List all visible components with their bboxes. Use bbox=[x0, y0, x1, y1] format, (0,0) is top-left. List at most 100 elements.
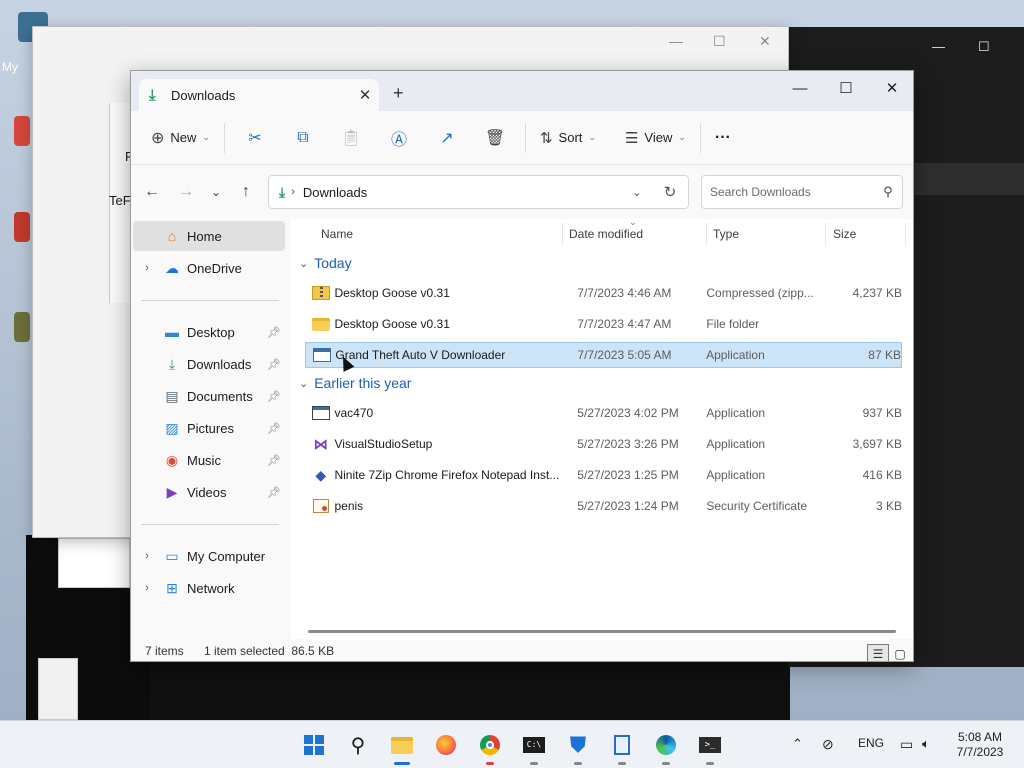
new-button[interactable]: ⊕ New ⌄ bbox=[143, 121, 218, 155]
terminal-2-taskbar-button[interactable]: >_ bbox=[692, 729, 728, 765]
paste-button[interactable]: 📋︎ bbox=[327, 121, 375, 155]
shield-icon: ⛊ bbox=[569, 732, 587, 757]
search-input[interactable]: Search Downloads bbox=[710, 185, 874, 199]
column-header-name[interactable]: Name bbox=[321, 227, 353, 241]
expand-chevron-icon[interactable]: › bbox=[133, 262, 161, 274]
column-divider[interactable] bbox=[825, 223, 826, 245]
start-button[interactable] bbox=[296, 729, 332, 761]
edge-taskbar-button[interactable] bbox=[648, 729, 684, 765]
maximize-button[interactable]: ☐ bbox=[823, 75, 869, 103]
minimize-icon[interactable]: — bbox=[669, 33, 683, 49]
close-button[interactable]: ✕ bbox=[869, 75, 913, 103]
cloud-icon: ☁ bbox=[165, 259, 179, 276]
view-button[interactable]: ☰ View ⌄ bbox=[617, 121, 694, 155]
copy-icon: ⧉ bbox=[297, 128, 309, 146]
column-header-type[interactable]: Type bbox=[713, 227, 739, 241]
display-icon[interactable]: ▭ bbox=[900, 736, 913, 753]
sidebar-item-videos[interactable]: ▶ Videos 📌︎ bbox=[133, 477, 285, 507]
maximize-icon[interactable]: ☐ bbox=[978, 39, 990, 55]
show-hidden-icons-icon[interactable]: ⌃ bbox=[792, 736, 803, 752]
minimize-icon[interactable]: — bbox=[932, 39, 945, 54]
application-icon bbox=[309, 405, 332, 421]
toolbar-divider bbox=[610, 123, 611, 153]
terminal-taskbar-button[interactable]: C:\ bbox=[516, 729, 552, 765]
sidebar-item-desktop[interactable]: ▬ Desktop 📌︎ bbox=[133, 317, 285, 347]
sidebar-item-documents[interactable]: ▤ Documents 📌︎ bbox=[133, 381, 285, 411]
no-network-icon[interactable]: ⊘ bbox=[822, 736, 834, 753]
sidebar-item-home[interactable]: ⌂ Home bbox=[133, 221, 285, 251]
up-button[interactable]: ↑ bbox=[231, 179, 261, 205]
file-size: 4,237 KB bbox=[852, 286, 902, 300]
chrome-taskbar-button[interactable] bbox=[472, 729, 508, 765]
file-explorer-taskbar-button[interactable] bbox=[384, 729, 420, 765]
search-button[interactable]: ⚲ bbox=[340, 729, 376, 761]
refresh-icon[interactable]: ↻ bbox=[652, 183, 688, 201]
new-tab-button[interactable]: + bbox=[393, 83, 404, 104]
firefox-taskbar-button[interactable] bbox=[428, 729, 464, 761]
details-view-button[interactable]: ☰ bbox=[867, 644, 889, 661]
maximize-icon[interactable]: ☐ bbox=[713, 33, 726, 50]
copy-button[interactable]: ⧉ bbox=[279, 121, 327, 155]
volume-icon[interactable]: 🔈︎ bbox=[922, 736, 930, 752]
file-name: penis bbox=[334, 499, 364, 513]
address-bar[interactable]: ⤓ › Downloads ⌄ ↻ bbox=[268, 175, 689, 209]
pin-icon[interactable]: 📌︎ bbox=[263, 358, 285, 371]
breadcrumb-chevron-icon[interactable]: › bbox=[291, 186, 295, 198]
column-header-date[interactable]: Date modified bbox=[569, 227, 643, 241]
search-box[interactable]: Search Downloads ⚲ bbox=[701, 175, 903, 209]
sidebar-item-my-computer[interactable]: › ▭ My Computer bbox=[133, 541, 285, 571]
column-divider[interactable] bbox=[706, 223, 707, 245]
sidebar-item-downloads[interactable]: ⤓ Downloads 📌︎ bbox=[133, 349, 285, 379]
folder-icon bbox=[309, 316, 332, 332]
file-type: Security Certificate bbox=[706, 499, 808, 513]
sidebar-item-music[interactable]: ◉ Music 📌︎ bbox=[133, 445, 285, 475]
file-row-selected[interactable]: Grand Theft Auto V Downloader 7/7/2023 5… bbox=[305, 342, 902, 368]
close-tab-icon[interactable]: ✕ bbox=[351, 86, 379, 104]
recent-locations-button[interactable]: ⌄ bbox=[201, 179, 231, 205]
language-indicator[interactable]: ENG bbox=[858, 736, 884, 750]
tiles-view-button[interactable]: ▢ bbox=[889, 644, 911, 661]
desktop-icon[interactable] bbox=[14, 212, 30, 242]
file-row[interactable]: penis 5/27/2023 1:24 PM Security Certifi… bbox=[305, 493, 902, 519]
clock[interactable]: 5:08 AM 7/7/2023 bbox=[940, 730, 1020, 760]
address-dropdown-icon[interactable]: ⌄ bbox=[622, 186, 652, 199]
horizontal-scrollbar[interactable] bbox=[308, 630, 896, 633]
sort-button[interactable]: ⇅ Sort ⌄ bbox=[532, 121, 604, 155]
desktop-icon[interactable] bbox=[14, 312, 30, 342]
column-header-size[interactable]: Size bbox=[833, 227, 856, 241]
file-row[interactable]: Desktop Goose v0.31 7/7/2023 4:47 AM Fil… bbox=[305, 311, 902, 337]
share-button[interactable]: ↗ bbox=[423, 121, 471, 155]
file-row[interactable]: vac470 5/27/2023 4:02 PM Application 937… bbox=[305, 400, 902, 426]
pin-icon[interactable]: 📌︎ bbox=[263, 422, 285, 435]
breadcrumb-downloads[interactable]: Downloads bbox=[303, 185, 622, 200]
delete-button[interactable]: 🗑︎ bbox=[471, 121, 519, 155]
group-header-earlier[interactable]: ⌄ Earlier this year bbox=[299, 375, 411, 391]
sidebar-item-pictures[interactable]: ▨ Pictures 📌︎ bbox=[133, 413, 285, 443]
cut-button[interactable]: ✂ bbox=[231, 121, 279, 155]
more-options-button[interactable]: ··· bbox=[707, 121, 739, 155]
pin-icon[interactable]: 📌︎ bbox=[263, 486, 285, 499]
close-icon[interactable]: ✕ bbox=[759, 33, 771, 50]
sidebar-item-network[interactable]: › ⊞ Network bbox=[133, 573, 285, 603]
minimize-button[interactable]: — bbox=[777, 75, 823, 103]
tab-downloads[interactable]: ⤓ Downloads ✕ bbox=[139, 79, 379, 111]
desktop-icon[interactable] bbox=[14, 116, 30, 146]
expand-chevron-icon[interactable]: › bbox=[133, 550, 161, 562]
back-button[interactable]: ← bbox=[137, 179, 167, 205]
column-divider[interactable] bbox=[562, 223, 563, 245]
column-divider[interactable] bbox=[905, 223, 906, 245]
security-taskbar-button[interactable]: ⛊ bbox=[560, 729, 596, 765]
sidebar-item-onedrive[interactable]: › ☁ OneDrive bbox=[133, 253, 285, 283]
forward-button[interactable]: → bbox=[171, 179, 201, 205]
trash-icon: 🗑︎ bbox=[484, 129, 506, 147]
rename-button[interactable]: Ⓐ bbox=[375, 121, 423, 155]
file-row[interactable]: ⋈ VisualStudioSetup 5/27/2023 3:26 PM Ap… bbox=[305, 431, 902, 457]
expand-chevron-icon[interactable]: › bbox=[133, 582, 161, 594]
pin-icon[interactable]: 📌︎ bbox=[263, 454, 285, 467]
pin-icon[interactable]: 📌︎ bbox=[263, 390, 285, 403]
file-row[interactable]: Desktop Goose v0.31 7/7/2023 4:46 AM Com… bbox=[305, 280, 902, 306]
file-row[interactable]: ◆ Ninite 7Zip Chrome Firefox Notepad Ins… bbox=[305, 462, 902, 488]
notepad-taskbar-button[interactable] bbox=[604, 729, 640, 765]
group-header-today[interactable]: ⌄ Today bbox=[299, 255, 352, 271]
pin-icon[interactable]: 📌︎ bbox=[263, 326, 285, 339]
